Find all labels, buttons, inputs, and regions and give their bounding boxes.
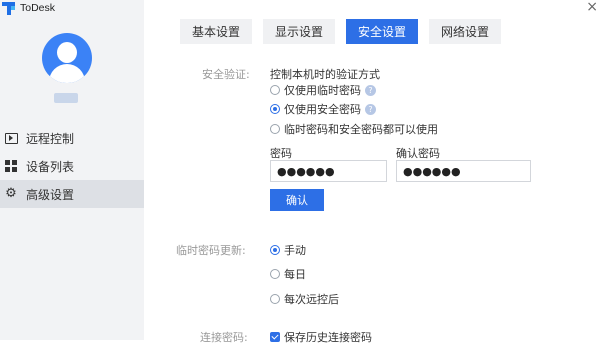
tab-display-settings[interactable]: 显示设置: [263, 19, 336, 44]
connect-password-label: 连接密码:: [200, 331, 248, 344]
radio-checked[interactable]: [270, 104, 280, 114]
option-update-after-remote[interactable]: 每次远控后: [270, 291, 339, 307]
gear-icon: ⚙: [5, 186, 17, 201]
option-update-daily[interactable]: 每日: [270, 266, 306, 282]
temp-password-update-label: 临时密码更新:: [176, 244, 246, 257]
option-label: 手动: [284, 244, 306, 257]
option-label: 仅使用安全密码: [284, 103, 361, 116]
avatar[interactable]: [42, 33, 92, 83]
radio-unchecked[interactable]: [270, 85, 280, 95]
sidebar-item-label: 高级设置: [26, 187, 75, 202]
option-security-password-only[interactable]: 仅使用安全密码 ?: [270, 101, 376, 117]
password-input[interactable]: [270, 160, 387, 182]
radio-checked[interactable]: [270, 245, 280, 255]
help-icon[interactable]: ?: [365, 84, 376, 96]
sidebar-item-advanced-settings[interactable]: ⚙ 高级设置: [0, 180, 144, 208]
avatar-body: [49, 64, 85, 83]
checkbox-label: 保存历史连接密码: [284, 331, 372, 344]
sidebar-item-device-list[interactable]: 设备列表: [0, 152, 144, 180]
save-history-password-option[interactable]: 保存历史连接密码: [270, 329, 372, 345]
option-update-manual[interactable]: 手动: [270, 242, 306, 258]
sidebar-item-label: 设备列表: [26, 159, 75, 174]
sidebar: ToDesk 远程控制 设备列表 ⚙ 高级设置: [0, 0, 144, 340]
confirm-button[interactable]: 确认: [270, 189, 324, 211]
sidebar-item-remote-control[interactable]: 远程控制: [0, 124, 144, 152]
confirm-password-label: 确认密码: [396, 147, 440, 160]
confirm-password-input[interactable]: [396, 160, 531, 182]
remote-control-icon: [4, 131, 18, 145]
close-icon[interactable]: ×: [586, 0, 598, 15]
sidebar-nav: 远程控制 设备列表 ⚙ 高级设置: [0, 124, 144, 208]
option-both-passwords[interactable]: 临时密码和安全密码都可以使用: [270, 121, 438, 137]
radio-unchecked[interactable]: [270, 294, 280, 304]
avatar-head: [57, 42, 77, 63]
checkbox-checked[interactable]: [270, 332, 280, 342]
help-icon[interactable]: ?: [365, 103, 376, 115]
tab-basic-settings[interactable]: 基本设置: [180, 19, 253, 44]
tab-security-settings[interactable]: 安全设置: [346, 19, 419, 44]
username-redacted: [54, 93, 78, 103]
sidebar-item-label: 远程控制: [26, 131, 75, 146]
radio-unchecked[interactable]: [270, 269, 280, 279]
settings-tabs: 基本设置 显示设置 安全设置 网络设置: [180, 19, 512, 44]
security-verify-label: 安全验证:: [202, 68, 250, 81]
option-temp-password-only[interactable]: 仅使用临时密码 ?: [270, 82, 376, 98]
todesk-logo-icon: [2, 1, 16, 15]
option-label: 临时密码和安全密码都可以使用: [284, 123, 438, 136]
device-grid-icon: [4, 159, 18, 173]
app-name: ToDesk: [20, 2, 56, 14]
app-title-bar: ToDesk: [0, 0, 55, 16]
password-label: 密码: [270, 147, 292, 160]
security-verify-description: 控制本机时的验证方式: [270, 68, 380, 81]
option-label: 每日: [284, 268, 306, 281]
tab-network-settings[interactable]: 网络设置: [429, 19, 502, 44]
option-label: 每次远控后: [284, 293, 339, 306]
option-label: 仅使用临时密码: [284, 84, 361, 97]
radio-unchecked[interactable]: [270, 124, 280, 134]
